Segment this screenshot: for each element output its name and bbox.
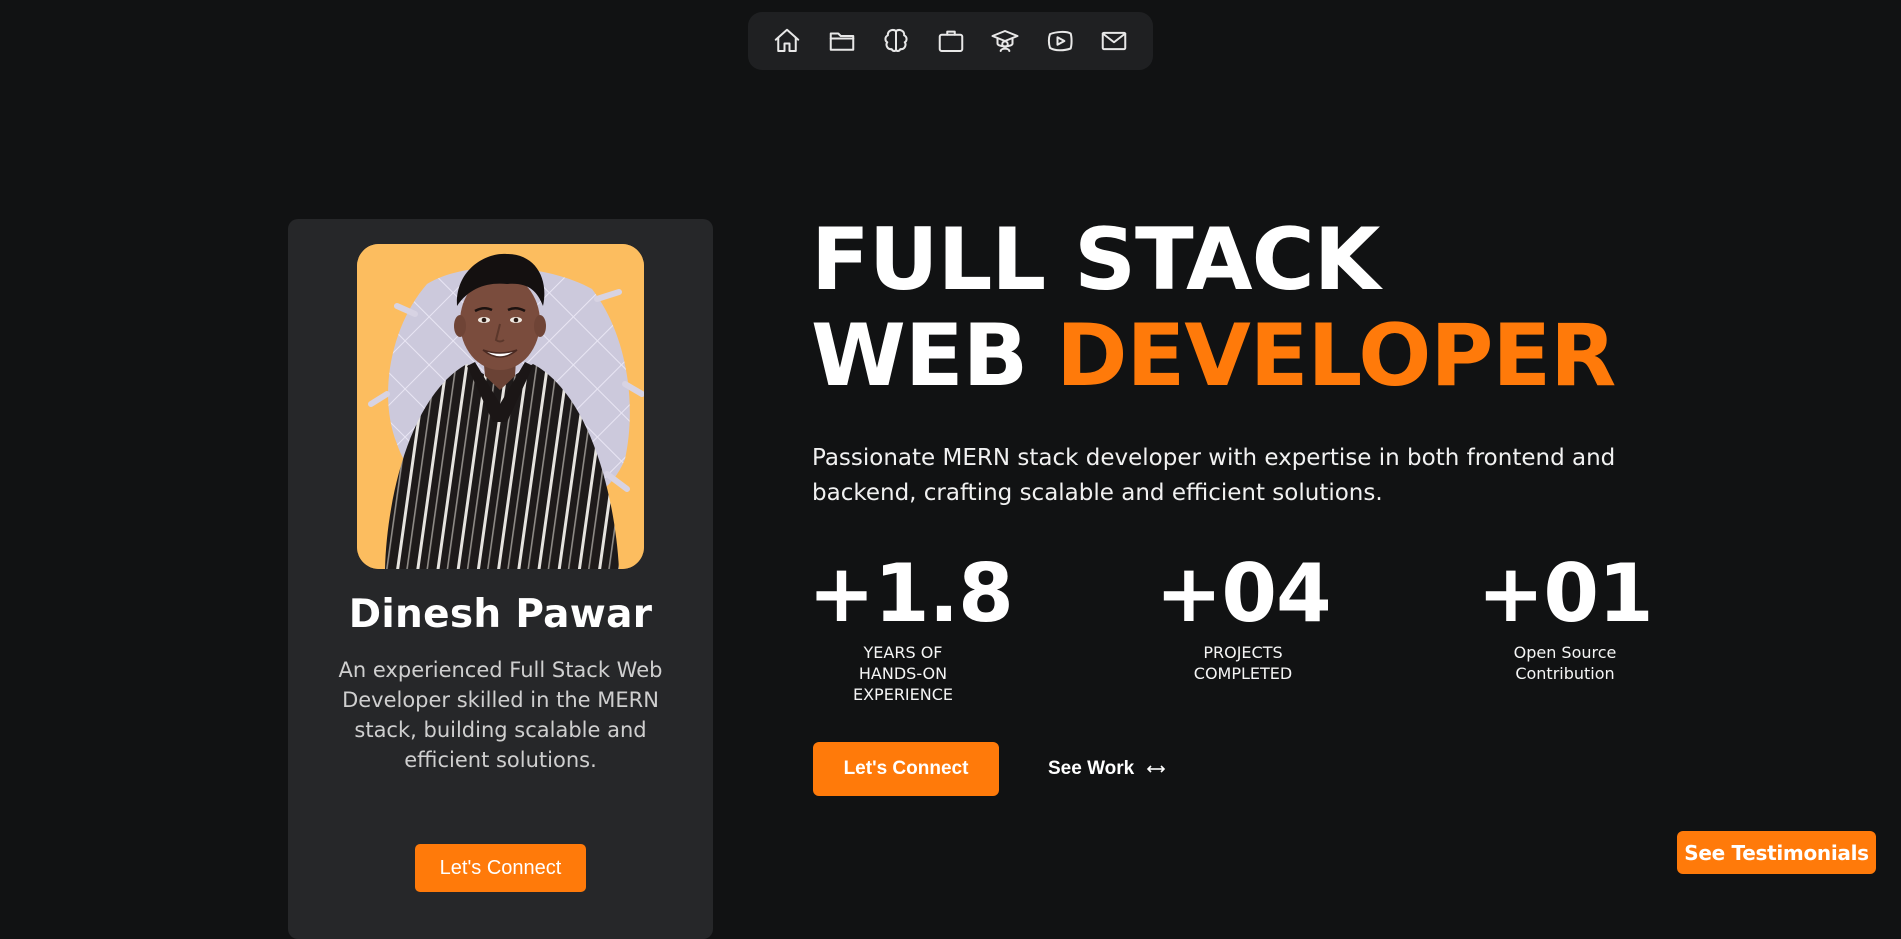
graduation-cap-icon: [991, 30, 1019, 52]
profile-card: Dinesh Pawar An experienced Full Stack W…: [288, 219, 713, 939]
nav-videos[interactable]: [1043, 24, 1077, 58]
briefcase-icon: [938, 30, 963, 52]
hero-description: Passionate MERN stack developer with exp…: [812, 445, 1616, 506]
folder-icon: [829, 32, 854, 51]
nav-skills[interactable]: [879, 24, 913, 58]
stat-label: Open Source Contribution: [1475, 642, 1655, 684]
stat-label: PROJECTS COMPLETED: [1138, 642, 1348, 684]
nav-home[interactable]: [770, 24, 804, 58]
stat-value: +01: [1477, 547, 1653, 640]
stat-label: YEARS OF HANDS-ON EXPERIENCE: [808, 642, 998, 705]
nav-education[interactable]: [988, 24, 1022, 58]
card-connect-button[interactable]: Let's Connect: [415, 844, 586, 892]
home-icon: [774, 28, 800, 52]
see-work-label: See Work: [1048, 758, 1135, 779]
profile-bio: An experienced Full Stack Web Developer …: [338, 658, 663, 772]
hero-title: FULL STACK WEB DEVELOPER: [811, 212, 1711, 404]
top-nav-dock: [748, 12, 1153, 70]
hero-title-line2-plain: WEB: [811, 306, 1057, 406]
stat-value: +04: [1155, 547, 1331, 640]
hero-title-line1: FULL STACK: [811, 210, 1380, 310]
double-arrow-icon: [1147, 765, 1166, 773]
stat-value: +1.8: [808, 547, 1014, 640]
stat-projects: +04 PROJECTS COMPLETED: [1138, 546, 1348, 684]
hero-connect-button[interactable]: Let's Connect: [813, 742, 999, 796]
avatar: [357, 244, 644, 569]
stat-label-line2: COMPLETED: [1193, 664, 1293, 683]
nav-contact[interactable]: [1097, 24, 1131, 58]
hero-title-line2-accent: DEVELOPER: [1056, 306, 1616, 406]
stat-label-line1: YEARS OF: [863, 643, 943, 662]
profile-photo: [357, 244, 644, 569]
stat-label-line2: Contribution: [1515, 664, 1615, 683]
stat-label-line1: PROJECTS: [1203, 643, 1283, 662]
nav-experience[interactable]: [934, 24, 968, 58]
stat-open-source: +01 Open Source Contribution: [1475, 546, 1655, 684]
stat-label-line1: Open Source: [1513, 643, 1617, 662]
video-icon: [1047, 30, 1073, 52]
see-work-link[interactable]: See Work: [1048, 742, 1166, 796]
brain-icon: [884, 29, 908, 52]
see-testimonials-button[interactable]: See Testimonials: [1677, 831, 1876, 874]
stat-label-line2: HANDS-ON EXPERIENCE: [852, 664, 954, 704]
profile-name: Dinesh Pawar: [348, 592, 653, 637]
nav-projects[interactable]: [825, 24, 859, 58]
mail-icon: [1101, 31, 1127, 51]
stat-experience: +1.8 YEARS OF HANDS-ON EXPERIENCE: [808, 546, 1014, 705]
